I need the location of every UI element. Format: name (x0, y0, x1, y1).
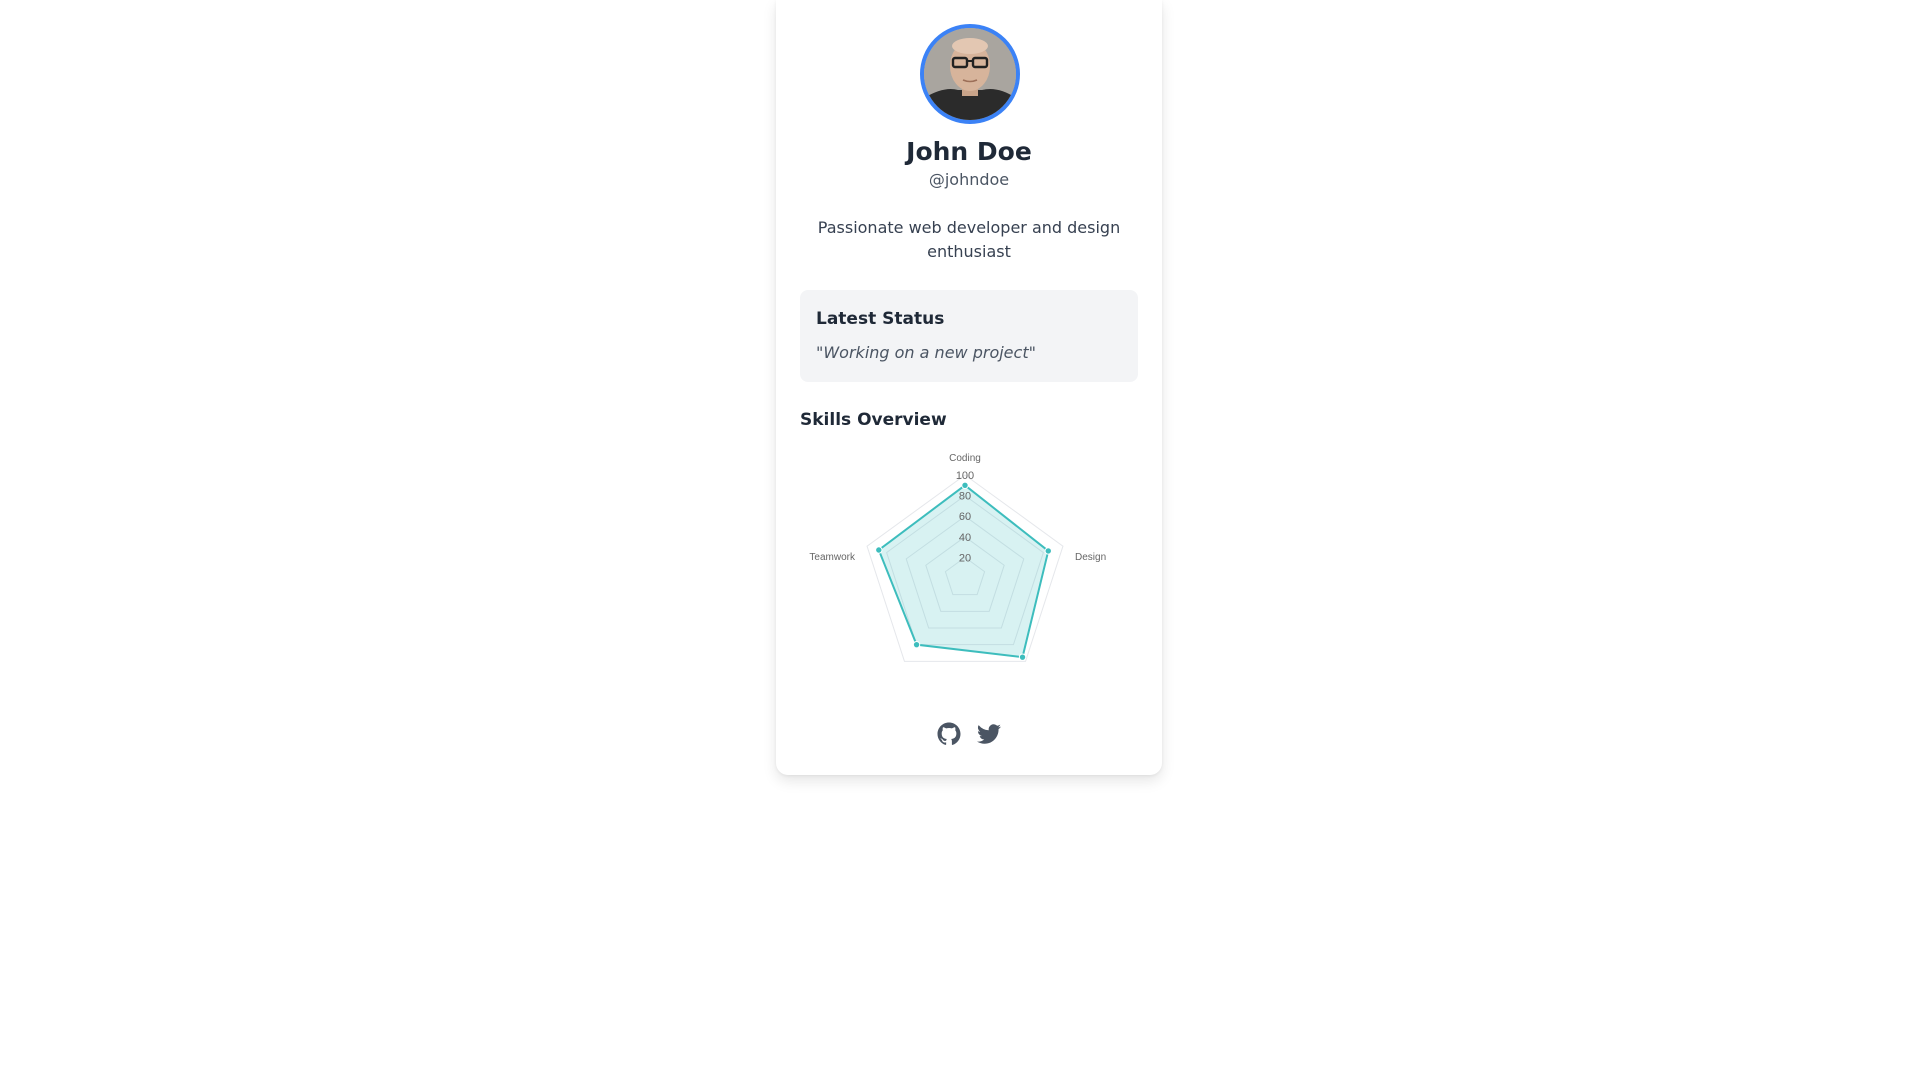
radar-category-label: Design (1075, 552, 1106, 563)
radar-tick-label: 80 (959, 491, 971, 503)
radar-point (1018, 653, 1027, 661)
profile-name: John Doe (906, 137, 1032, 166)
avatar (920, 24, 1020, 124)
status-panel: Latest Status "Working on a new project" (800, 290, 1138, 382)
radar-point (1044, 547, 1052, 555)
twitter-icon (977, 724, 1001, 744)
social-links (776, 722, 1162, 750)
profile-bio: Passionate web developer and design enth… (817, 218, 1121, 261)
status-title: Latest Status (816, 309, 945, 329)
profile-handle: @johndoe (928, 170, 1010, 189)
github-icon (937, 722, 961, 745)
skills-title: Skills Overview (800, 410, 947, 430)
radar-point (875, 546, 883, 554)
radar-point (961, 481, 969, 489)
radar-tick-label: 40 (959, 532, 971, 544)
radar-tick-label: 20 (959, 552, 971, 564)
avatar-photo (924, 28, 1016, 120)
twitter-link[interactable] (977, 722, 1001, 746)
radar-category-label: Coding (949, 453, 981, 464)
profile-card: John Doe @johndoe Passionate web develop… (776, 0, 1162, 775)
github-link[interactable] (937, 722, 961, 746)
radar-category-label: Teamwork (809, 552, 856, 563)
radar-tick-label: 60 (959, 511, 971, 523)
skills-radar-chart: 20406080100CodingDesignProblem SolvingCo… (809, 453, 1106, 662)
status-text: "Working on a new project" (816, 343, 1036, 362)
radar-point (912, 640, 921, 649)
radar-tick-label: 100 (956, 470, 974, 482)
